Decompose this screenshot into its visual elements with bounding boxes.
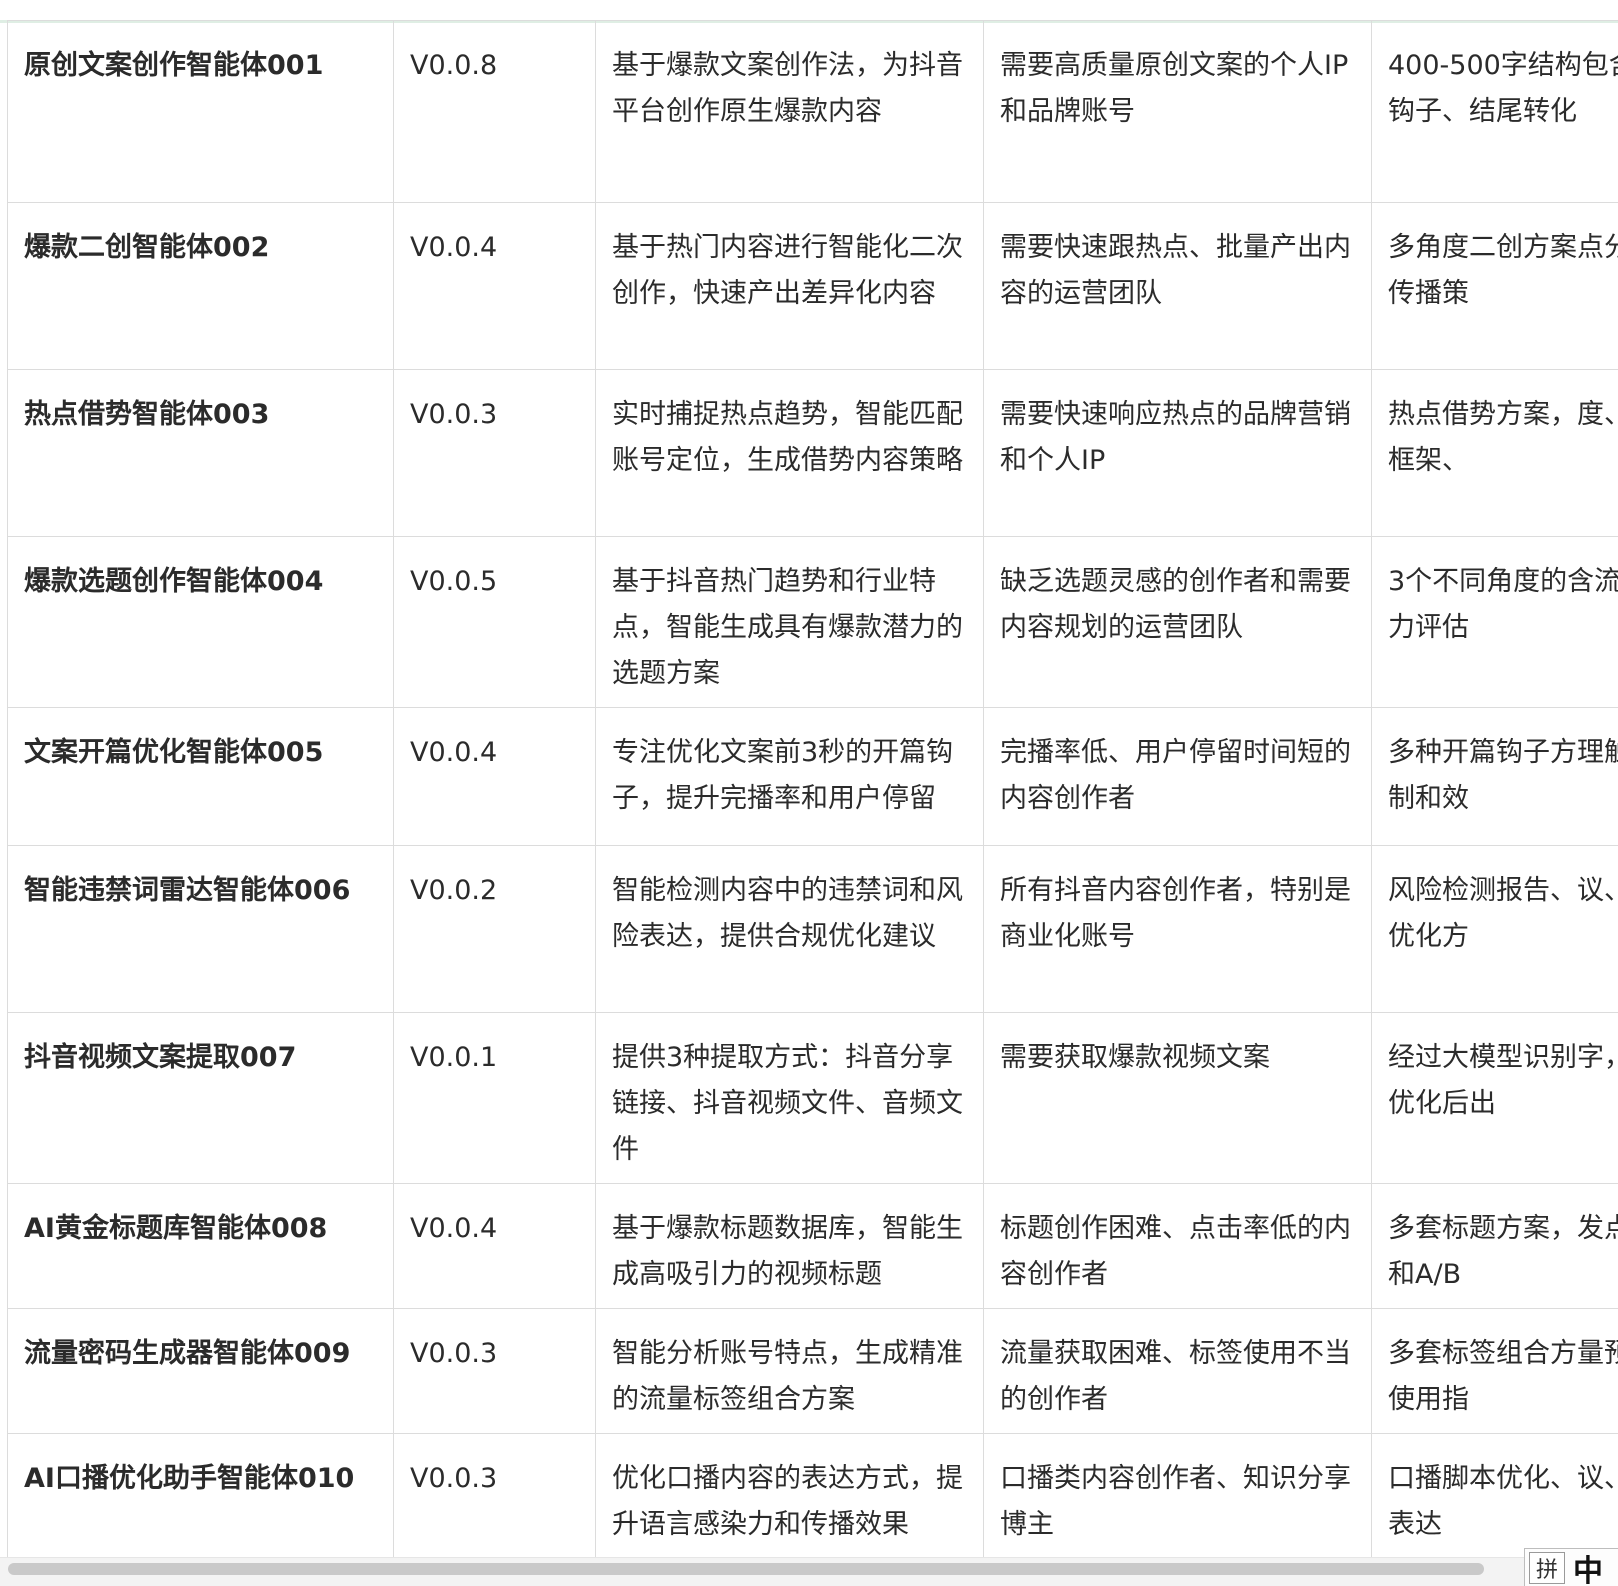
ime-chinese-language-button[interactable]: 中: [1573, 1546, 1603, 1586]
horizontal-scrollbar[interactable]: [0, 1557, 1618, 1586]
page: 原创文案创作智能体001 V0.0.8 基于爆款文案创作法，为抖音平台创作原生爆款内…: [0, 0, 1618, 1586]
agent-name-link[interactable]: 智能违禁词雷达智能体006: [7, 845, 394, 1013]
agent-description: 基于热门内容进行智能化二次创作，快速产出差异化内容: [595, 202, 984, 370]
agent-description: 基于爆款标题数据库，智能生成高吸引力的视频标题: [595, 1183, 984, 1309]
table-viewport[interactable]: 原创文案创作智能体001 V0.0.8 基于爆款文案创作法，为抖音平台创作原生爆款内…: [0, 20, 1618, 1586]
agent-audience: 需要快速响应热点的品牌营销和个人IP: [983, 369, 1372, 537]
agent-version: V0.0.4: [393, 1183, 596, 1309]
agent-audience: 缺乏选题灵感的创作者和需要内容规划的运营团队: [983, 536, 1372, 708]
agent-output: 多套标题方案，发点分析和A/B: [1371, 1183, 1618, 1309]
agent-name-link[interactable]: 爆款二创智能体002: [7, 202, 394, 370]
agent-version: V0.0.3: [393, 369, 596, 537]
agent-description: 优化口播内容的表达方式，提升语言感染力和传播效果: [595, 1433, 984, 1559]
agent-name-link[interactable]: AI口播优化助手智能体010: [7, 1433, 394, 1559]
agent-version: V0.0.4: [393, 202, 596, 370]
agent-name-link[interactable]: 热点借势智能体003: [7, 369, 394, 537]
agent-version: V0.0.8: [393, 20, 596, 203]
ime-toolbar[interactable]: 拼 中: [1524, 1548, 1618, 1586]
agent-name-link[interactable]: 抖音视频文案提取007: [7, 1012, 394, 1184]
agent-name-link[interactable]: 文案开篇优化智能体005: [7, 707, 394, 846]
table-row: 热点借势智能体003 V0.0.3 实时捕捉热点趋势，智能匹配账号定位，生成借势内容…: [7, 369, 1618, 537]
agent-output: 多套标签组合方量预测和使用指: [1371, 1308, 1618, 1434]
agent-output: 热点借势方案，度、内容框架、: [1371, 369, 1618, 537]
scrollbar-thumb[interactable]: [8, 1563, 1484, 1575]
agent-name-link[interactable]: 流量密码生成器智能体009: [7, 1308, 394, 1434]
agent-description: 智能检测内容中的违禁词和风险表达，提供合规优化建议: [595, 845, 984, 1013]
agent-output: 400-500字结构包含开篇钩子、结尾转化: [1371, 20, 1618, 203]
agent-audience: 标题创作困难、点击率低的内容创作者: [983, 1183, 1372, 1309]
agent-output: 口播脚本优化、议、情感表达: [1371, 1433, 1618, 1559]
table-row: 爆款二创智能体002 V0.0.4 基于热门内容进行智能化二次创作，快速产出差异化内…: [7, 202, 1618, 370]
table-row: 原创文案创作智能体001 V0.0.8 基于爆款文案创作法，为抖音平台创作原生爆款内…: [7, 20, 1618, 203]
agent-description: 提供3种提取方式：抖音分享链接、抖音视频文件、音频文件: [595, 1012, 984, 1184]
agent-output: 风险检测报告、议、合规优化方: [1371, 845, 1618, 1013]
table-row: 流量密码生成器智能体009 V0.0.3 智能分析账号特点，生成精准的流量标签组合方…: [7, 1308, 1618, 1434]
agent-version: V0.0.3: [393, 1308, 596, 1434]
table-row: 文案开篇优化智能体005 V0.0.4 专注优化文案前3秒的开篇钩子，提升完播率和用…: [7, 707, 1618, 846]
table-row: 智能违禁词雷达智能体006 V0.0.2 智能检测内容中的违禁词和风险表达，提供合规…: [7, 845, 1618, 1013]
agent-output: 多种开篇钩子方理触发机制和效: [1371, 707, 1618, 846]
agent-audience: 流量获取困难、标签使用不当的创作者: [983, 1308, 1372, 1434]
table-row: 爆款选题创作智能体004 V0.0.5 基于抖音热门趋势和行业特点，智能生成具有爆款…: [7, 536, 1618, 708]
agent-audience: 所有抖音内容创作者，特别是商业化账号: [983, 845, 1372, 1013]
agent-output: 3个不同角度的含流量潜力评估: [1371, 536, 1618, 708]
agent-description: 基于爆款文案创作法，为抖音平台创作原生爆款内容: [595, 20, 984, 203]
agent-audience: 口播类内容创作者、知识分享博主: [983, 1433, 1372, 1559]
ime-pinyin-mode-button[interactable]: 拼: [1529, 1552, 1565, 1584]
agent-description: 实时捕捉热点趋势，智能匹配账号定位，生成借势内容策略: [595, 369, 984, 537]
agent-description: 专注优化文案前3秒的开篇钩子，提升完播率和用户停留: [595, 707, 984, 846]
agent-name-link[interactable]: AI黄金标题库智能体008: [7, 1183, 394, 1309]
agent-description: 智能分析账号特点，生成精准的流量标签组合方案: [595, 1308, 984, 1434]
agent-version: V0.0.1: [393, 1012, 596, 1184]
agent-version: V0.0.4: [393, 707, 596, 846]
agent-name-link[interactable]: 原创文案创作智能体001: [7, 20, 394, 203]
agent-version: V0.0.3: [393, 1433, 596, 1559]
agent-table: 原创文案创作智能体001 V0.0.8 基于爆款文案创作法，为抖音平台创作原生爆款内…: [7, 20, 1618, 1559]
table-row: AI口播优化助手智能体010 V0.0.3 优化口播内容的表达方式，提升语言感染力和…: [7, 1433, 1618, 1559]
agent-audience: 完播率低、用户停留时间短的内容创作者: [983, 707, 1372, 846]
agent-output: 经过大模型识别字，进行优化后出: [1371, 1012, 1618, 1184]
agent-version: V0.0.5: [393, 536, 596, 708]
agent-name-link[interactable]: 爆款选题创作智能体004: [7, 536, 394, 708]
agent-table-body: 原创文案创作智能体001 V0.0.8 基于爆款文案创作法，为抖音平台创作原生爆款内…: [7, 20, 1618, 1559]
table-row: AI黄金标题库智能体008 V0.0.4 基于爆款标题数据库，智能生成高吸引力的视频…: [7, 1183, 1618, 1309]
agent-version: V0.0.2: [393, 845, 596, 1013]
table-row: 抖音视频文案提取007 V0.0.1 提供3种提取方式：抖音分享链接、抖音视频文件、…: [7, 1012, 1618, 1184]
agent-audience: 需要快速跟热点、批量产出内容的运营团队: [983, 202, 1372, 370]
agent-audience: 需要获取爆款视频文案: [983, 1012, 1372, 1184]
agent-description: 基于抖音热门趋势和行业特点，智能生成具有爆款潜力的选题方案: [595, 536, 984, 708]
agent-output: 多角度二创方案点分析和传播策: [1371, 202, 1618, 370]
agent-audience: 需要高质量原创文案的个人IP和品牌账号: [983, 20, 1372, 203]
